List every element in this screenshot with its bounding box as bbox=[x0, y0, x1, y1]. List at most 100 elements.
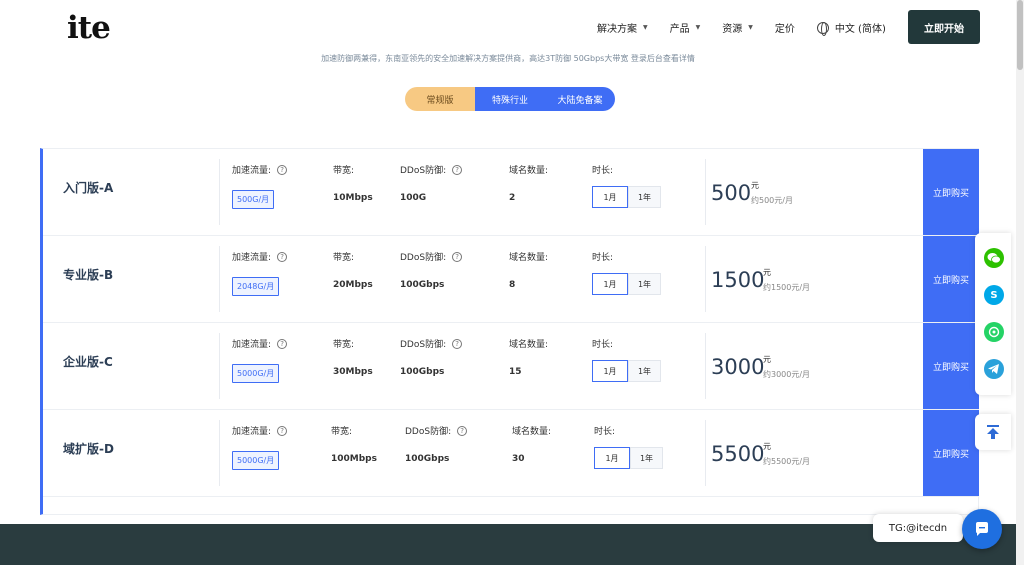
help-icon[interactable]: ? bbox=[277, 251, 288, 262]
duration-year-option[interactable]: 1年 bbox=[628, 360, 661, 382]
price-unit: 元 bbox=[763, 442, 771, 451]
help-icon[interactable]: ? bbox=[452, 338, 463, 349]
nav-resources[interactable]: 资源 ▼ bbox=[722, 20, 753, 35]
traffic-label: 加速流量:? bbox=[232, 337, 288, 350]
ddos-value: 100Gbps bbox=[400, 367, 445, 377]
chat-button[interactable] bbox=[962, 509, 1002, 549]
domains-value: 8 bbox=[509, 280, 516, 290]
back-to-top-button[interactable] bbox=[975, 414, 1011, 450]
domains-label: 域名数量: bbox=[509, 166, 549, 176]
duration-year-option[interactable]: 1年 bbox=[628, 186, 661, 208]
buy-now-button[interactable]: 立即购买 bbox=[923, 236, 979, 322]
whatsapp-icon[interactable] bbox=[984, 322, 1004, 342]
nav-solutions-label: 解决方案 bbox=[597, 24, 637, 35]
duration-month-option[interactable]: 1月 bbox=[592, 273, 628, 295]
price-monthly: 约5500元/月 bbox=[763, 457, 811, 466]
start-now-button[interactable]: 立即开始 bbox=[908, 10, 980, 44]
language-selector[interactable]: 中文 (简体) bbox=[816, 20, 886, 36]
buy-now-button[interactable]: 立即购买 bbox=[923, 149, 979, 235]
help-icon[interactable]: ? bbox=[277, 425, 288, 436]
price-unit: 元 bbox=[763, 355, 771, 364]
divider bbox=[219, 246, 220, 312]
telegram-icon[interactable] bbox=[984, 359, 1004, 379]
plan-row: 企业版-C 加速流量:? 5000G/月 带宽: 30Mbps DDoS防御:?… bbox=[43, 323, 979, 410]
ddos-label-text: DDoS防御: bbox=[400, 340, 447, 350]
ddos-value: 100Gbps bbox=[400, 280, 445, 290]
nav-products[interactable]: 产品 ▼ bbox=[670, 20, 701, 35]
traffic-label: 加速流量:? bbox=[232, 250, 288, 263]
nav-pricing-label: 定价 bbox=[774, 24, 795, 35]
bandwidth-value: 20Mbps bbox=[333, 280, 373, 290]
tab-special-industry[interactable]: 特殊行业 bbox=[475, 87, 545, 111]
scrollbar-thumb[interactable] bbox=[1017, 0, 1023, 70]
plan-row: 入门版-A 加速流量:? 500G/月 带宽: 10Mbps DDoS防御:? … bbox=[43, 149, 979, 236]
logo[interactable]: ite bbox=[67, 10, 111, 46]
buy-now-button[interactable]: 立即购买 bbox=[923, 410, 979, 496]
ddos-value: 100Gbps bbox=[405, 454, 450, 464]
duration-year-option[interactable]: 1年 bbox=[630, 447, 663, 469]
nav-products-label: 产品 bbox=[669, 24, 690, 35]
price-monthly: 约1500元/月 bbox=[763, 283, 811, 292]
price-unit: 元 bbox=[751, 181, 759, 190]
skype-icon[interactable]: S bbox=[984, 285, 1004, 305]
price-value: 5500 bbox=[711, 442, 765, 466]
chevron-down-icon: ▼ bbox=[695, 24, 701, 31]
divider bbox=[705, 333, 706, 399]
plan-name: 入门版-A bbox=[63, 181, 114, 195]
nav-solutions[interactable]: 解决方案 ▼ bbox=[597, 20, 648, 35]
tab-regular[interactable]: 常规版 bbox=[405, 87, 475, 111]
help-icon[interactable]: ? bbox=[452, 251, 463, 262]
duration-month-option[interactable]: 1月 bbox=[592, 186, 628, 208]
tab-mainland-no-filing[interactable]: 大陆免备案 bbox=[545, 87, 615, 111]
ddos-label-text: DDoS防御: bbox=[400, 166, 447, 176]
divider bbox=[705, 159, 706, 225]
help-icon[interactable]: ? bbox=[457, 425, 468, 436]
plan-name: 域扩版-D bbox=[63, 442, 114, 456]
traffic-badge: 5000G/月 bbox=[232, 364, 280, 383]
bandwidth-label: 带宽: bbox=[331, 427, 353, 437]
plan-name: 企业版-C bbox=[63, 355, 113, 369]
ddos-label: DDoS防御:? bbox=[400, 163, 463, 176]
nav-pricing[interactable]: 定价 bbox=[775, 20, 795, 35]
contact-sidebar: S bbox=[975, 233, 1011, 395]
duration-year-option[interactable]: 1年 bbox=[628, 273, 661, 295]
divider bbox=[219, 420, 220, 486]
language-label: 中文 (简体) bbox=[834, 24, 886, 35]
divider bbox=[219, 333, 220, 399]
bandwidth-label: 带宽: bbox=[333, 166, 355, 176]
traffic-label-text: 加速流量: bbox=[232, 253, 272, 263]
chevron-down-icon: ▼ bbox=[748, 24, 753, 31]
duration-label: 时长: bbox=[592, 253, 614, 263]
traffic-badge: 500G/月 bbox=[232, 190, 275, 209]
help-icon[interactable]: ? bbox=[277, 164, 288, 175]
help-icon[interactable]: ? bbox=[277, 338, 288, 349]
domains-label: 域名数量: bbox=[512, 427, 552, 437]
bandwidth-value: 30Mbps bbox=[333, 367, 373, 377]
duration-label: 时长: bbox=[592, 166, 614, 176]
price-value: 500 bbox=[711, 181, 752, 205]
duration-month-option[interactable]: 1月 bbox=[592, 360, 628, 382]
price-monthly: 约3000元/月 bbox=[763, 370, 811, 379]
wechat-icon[interactable] bbox=[984, 248, 1004, 268]
ddos-value: 100G bbox=[400, 193, 427, 203]
divider bbox=[705, 246, 706, 312]
price-monthly: 约500元/月 bbox=[751, 196, 793, 205]
buy-now-button[interactable]: 立即购买 bbox=[923, 323, 979, 409]
price-value: 1500 bbox=[711, 268, 765, 292]
ddos-label-text: DDoS防御: bbox=[400, 253, 447, 263]
ddos-label: DDoS防御:? bbox=[400, 250, 463, 263]
plan-row: 域扩版-D 加速流量:? 5000G/月 带宽: 100Mbps DDoS防御:… bbox=[43, 410, 979, 497]
help-icon[interactable]: ? bbox=[452, 164, 463, 175]
telegram-contact[interactable]: TG:@itecdn bbox=[873, 514, 963, 542]
scrollbar[interactable] bbox=[1016, 0, 1024, 565]
tagline: 加速防御两兼得，东南亚领先的安全加速解决方案提供商，高达3T防御 50Gbps大… bbox=[321, 54, 695, 63]
globe-icon bbox=[816, 21, 829, 36]
nav-resources-label: 资源 bbox=[722, 24, 743, 35]
traffic-badge: 2048G/月 bbox=[232, 277, 280, 296]
bandwidth-value: 10Mbps bbox=[333, 193, 373, 203]
bandwidth-label: 带宽: bbox=[333, 253, 355, 263]
traffic-label-text: 加速流量: bbox=[232, 340, 272, 350]
duration-label: 时长: bbox=[594, 427, 616, 437]
price-value: 3000 bbox=[711, 355, 765, 379]
duration-month-option[interactable]: 1月 bbox=[594, 447, 630, 469]
